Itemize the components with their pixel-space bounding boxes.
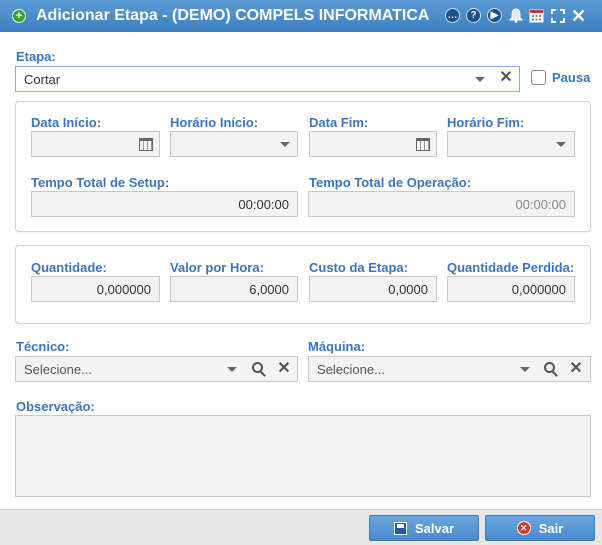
tecnico-placeholder: Selecione... [24, 361, 92, 377]
fullscreen-icon[interactable] [549, 7, 566, 24]
valor-hora-label: Valor por Hora: [170, 260, 264, 275]
etapa-value: Cortar [24, 71, 61, 87]
tempo-setup-label: Tempo Total de Setup: [31, 175, 170, 190]
horario-inicio-dropdown-icon[interactable] [278, 139, 292, 149]
maquina-placeholder: Selecione... [317, 361, 385, 377]
tecnico-search-icon[interactable] [251, 361, 267, 377]
calendar-icon[interactable] [528, 7, 545, 24]
pausa-label: Pausa [552, 70, 591, 85]
save-icon [393, 521, 407, 535]
quantidade-perdida-label: Quantidade Perdida: [447, 260, 575, 275]
etapa-clear-icon[interactable]: ✕ [498, 70, 514, 86]
tecnico-label: Técnico: [16, 339, 70, 354]
quantidade-input[interactable]: 0,000000 [31, 276, 160, 302]
maquina-clear-icon[interactable]: ✕ [568, 361, 584, 377]
tempo-setup-field: 00:00:00 [31, 191, 298, 217]
pausa-checkbox[interactable] [531, 70, 546, 85]
play-icon[interactable]: ▶ [486, 7, 503, 24]
data-inicio-calendar-icon[interactable] [138, 137, 154, 152]
maquina-label: Máquina: [308, 339, 366, 354]
window-titlebar: + Adicionar Etapa - (DEMO) COMPELS INFOR… [0, 0, 602, 32]
horario-fim-dropdown-icon[interactable] [554, 139, 568, 149]
maquina-search-icon[interactable] [543, 361, 559, 377]
help-icon[interactable]: ? [465, 7, 482, 24]
chat-icon[interactable]: … [444, 7, 461, 24]
titlebar-icons: … ? ▶ [444, 7, 587, 24]
observacao-label: Observação: [16, 399, 95, 414]
window-title: Adicionar Etapa - (DEMO) COMPELS INFORMA… [36, 7, 430, 24]
valor-hora-input[interactable]: 6,0000 [170, 276, 298, 302]
etapa-select[interactable]: Cortar [15, 66, 520, 92]
bell-icon[interactable] [507, 7, 524, 24]
close-icon[interactable] [570, 7, 587, 24]
exit-icon: ✕ [516, 521, 531, 535]
tempo-operacao-label: Tempo Total de Operação: [309, 175, 472, 190]
horario-inicio-label: Horário Início: [170, 115, 259, 130]
tempo-setup-value: 00:00:00 [238, 196, 289, 212]
app-add-icon: + [12, 9, 26, 23]
tempo-operacao-field: 00:00:00 [308, 191, 575, 217]
data-fim-label: Data Fim: [309, 115, 369, 130]
tempo-operacao-value: 00:00:00 [515, 196, 566, 212]
custo-etapa-label: Custo da Etapa: [309, 260, 408, 275]
quantidade-label: Quantidade: [31, 260, 107, 275]
horario-fim-label: Horário Fim: [447, 115, 525, 130]
maquina-dropdown-icon[interactable] [518, 364, 532, 374]
etapa-label: Etapa: [16, 49, 56, 64]
exit-button[interactable]: ✕ Sair [485, 515, 595, 541]
data-inicio-label: Data Início: [31, 115, 102, 130]
quantidade-perdida-input[interactable]: 0,000000 [447, 276, 575, 302]
tecnico-clear-icon[interactable]: ✕ [276, 361, 292, 377]
tecnico-dropdown-icon[interactable] [225, 364, 239, 374]
data-fim-calendar-icon[interactable] [415, 137, 431, 152]
save-button[interactable]: Salvar [369, 515, 479, 541]
etapa-dropdown-icon[interactable] [472, 72, 488, 86]
custo-etapa-input[interactable]: 0,0000 [309, 276, 437, 302]
observacao-textarea[interactable] [15, 415, 591, 497]
